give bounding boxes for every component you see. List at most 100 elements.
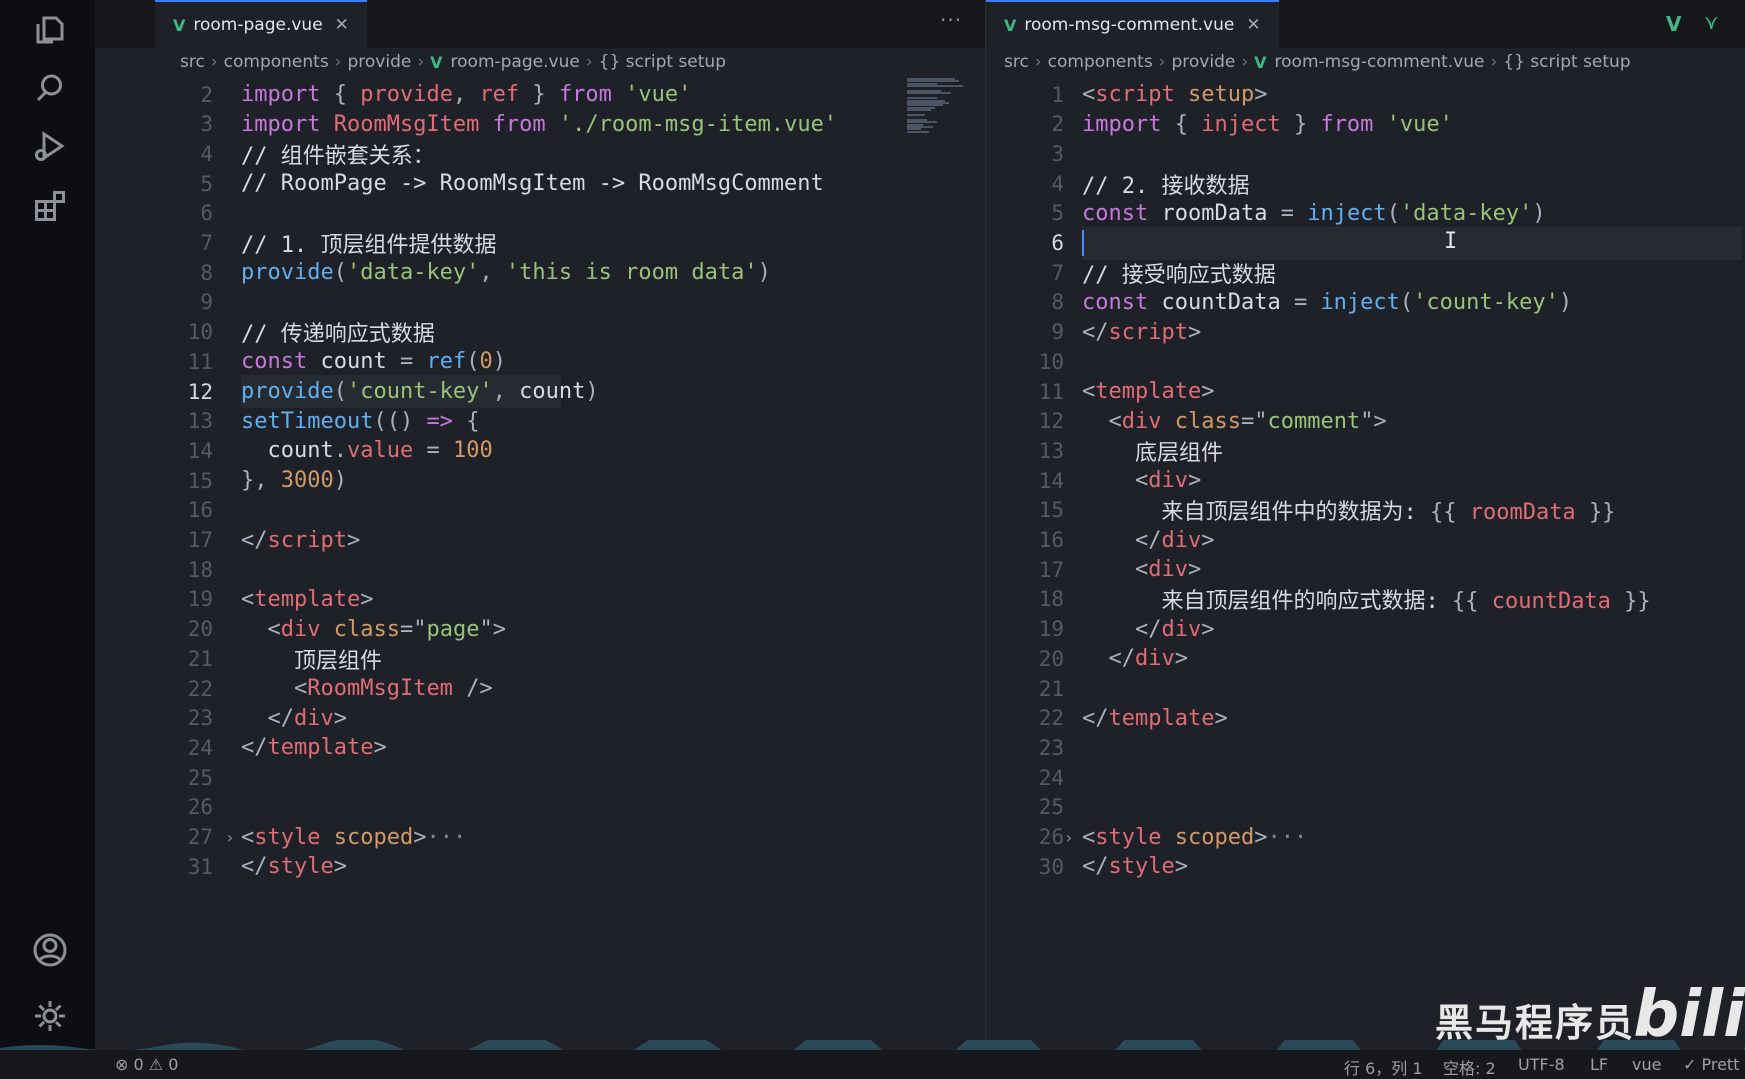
code-line[interactable]: 26 › <style scoped>··· bbox=[986, 821, 1745, 854]
code-token: ··· bbox=[426, 824, 467, 850]
code-line[interactable]: 16 bbox=[95, 494, 985, 527]
code-line[interactable]: 13 setTimeout(() => { bbox=[95, 405, 985, 438]
breadcrumb-item[interactable]: Vroom-page.vue bbox=[430, 52, 580, 72]
code-line[interactable]: 16 </div> bbox=[986, 524, 1745, 557]
code-line[interactable]: 23 bbox=[986, 731, 1745, 764]
code-line[interactable]: 14 count.value = 100 bbox=[95, 434, 985, 467]
language-mode[interactable]: vue bbox=[1632, 1055, 1661, 1074]
code-line[interactable]: 18 bbox=[95, 553, 985, 586]
code-line[interactable]: 24 bbox=[986, 761, 1745, 794]
code-line[interactable]: 4 // 组件嵌套关系： bbox=[95, 137, 985, 170]
breadcrumb-item[interactable]: src bbox=[1004, 52, 1029, 72]
fold-chevron-icon[interactable]: › bbox=[225, 828, 235, 847]
breadcrumb-item[interactable]: components bbox=[1048, 52, 1153, 72]
code-line[interactable]: 7 // 接受响应式数据 bbox=[986, 256, 1745, 289]
breadcrumb-item[interactable]: components bbox=[224, 52, 329, 72]
more-actions-icon[interactable]: ··· bbox=[940, 8, 962, 32]
line-number: 12 bbox=[1038, 409, 1064, 434]
explorer-icon[interactable] bbox=[30, 10, 70, 50]
code-line[interactable]: 25 bbox=[986, 791, 1745, 824]
vue-file-icon: V bbox=[430, 52, 443, 72]
code-line[interactable]: 6 bbox=[986, 227, 1745, 260]
account-icon[interactable] bbox=[30, 930, 70, 970]
code-line[interactable]: 19 <template> bbox=[95, 583, 985, 616]
code-line[interactable]: 4 // 2. 接收数据 bbox=[986, 167, 1745, 200]
code-line[interactable]: 24 </template> bbox=[95, 731, 985, 764]
code-line[interactable]: 22 <RoomMsgItem /> bbox=[95, 672, 985, 705]
code-line[interactable]: 8 provide('data-key', 'this is room data'… bbox=[95, 256, 985, 289]
code-line[interactable]: 1 <script setup> bbox=[986, 78, 1745, 111]
tab-room-msg-comment-vue[interactable]: V room-msg-comment.vue ✕ bbox=[986, 0, 1279, 48]
prettier-status[interactable]: ✓ Prett bbox=[1683, 1055, 1739, 1074]
code-token: scoped bbox=[333, 824, 414, 850]
search-icon[interactable] bbox=[30, 68, 70, 108]
extensions-icon[interactable] bbox=[30, 186, 70, 226]
code-line[interactable]: 7 // 1. 顶层组件提供数据 bbox=[95, 227, 985, 260]
indentation[interactable]: 空格: 2 bbox=[1443, 1055, 1496, 1079]
code-token: { bbox=[1174, 111, 1202, 137]
code-line[interactable]: 25 bbox=[95, 761, 985, 794]
breadcrumb-item[interactable]: {} script setup bbox=[1503, 52, 1630, 72]
code-text: </div> bbox=[241, 706, 347, 731]
cursor-position[interactable]: 行 6，列 1 bbox=[1344, 1055, 1423, 1079]
problems-indicator[interactable]: ⊗ 0 ⚠ 0 bbox=[115, 1055, 178, 1074]
run-debug-icon[interactable] bbox=[30, 126, 70, 166]
code-token: // 组件嵌套关系： bbox=[241, 143, 435, 169]
code-line[interactable]: 20 </div> bbox=[986, 642, 1745, 675]
code-token: script bbox=[267, 527, 347, 553]
code-line[interactable]: 8 const countData = inject('count-key') bbox=[986, 286, 1745, 319]
code-line[interactable]: 27 › <style scoped>··· bbox=[95, 821, 985, 854]
code-line[interactable]: 15 来自顶层组件中的数据为: {{ roomData }} bbox=[986, 494, 1745, 527]
code-line[interactable]: 26 bbox=[95, 791, 985, 824]
code-token: > bbox=[1214, 705, 1228, 731]
code-line[interactable]: 21 bbox=[986, 672, 1745, 705]
breadcrumb-item[interactable]: provide bbox=[347, 52, 411, 72]
code-line[interactable]: 10 bbox=[986, 345, 1745, 378]
code-line[interactable]: 11 const count = ref(0) bbox=[95, 345, 985, 378]
code-line[interactable]: 13 底层组件 bbox=[986, 434, 1745, 467]
code-line[interactable]: 3 bbox=[986, 137, 1745, 170]
tab-room-page-vue[interactable]: V room-page.vue ✕ bbox=[155, 0, 367, 48]
code-line[interactable]: 9 bbox=[95, 286, 985, 319]
split-icon[interactable]: ⋎ bbox=[1704, 10, 1719, 34]
code-line[interactable]: 2 import { provide, ref } from 'vue' bbox=[95, 78, 985, 111]
code-line[interactable]: 17 </script> bbox=[95, 524, 985, 557]
breadcrumb-item[interactable]: provide bbox=[1171, 52, 1235, 72]
code-line[interactable]: 15}, 3000) bbox=[95, 464, 985, 497]
code-line[interactable]: 14 <div> bbox=[986, 464, 1745, 497]
encoding[interactable]: UTF-8 bbox=[1518, 1055, 1565, 1074]
code-line[interactable]: 20 <div class="page"> bbox=[95, 613, 985, 646]
code-line[interactable]: 6 bbox=[95, 197, 985, 230]
line-ending[interactable]: LF bbox=[1590, 1055, 1608, 1074]
code-line[interactable]: 17 <div> bbox=[986, 553, 1745, 586]
code-line[interactable]: 9 </script> bbox=[986, 316, 1745, 349]
code-line[interactable]: 10 // 传递响应式数据 bbox=[95, 316, 985, 349]
code-text: </script> bbox=[1082, 320, 1201, 345]
code-line[interactable]: 3 import RoomMsgItem from './room-msg-ite… bbox=[95, 108, 985, 141]
breadcrumb-item[interactable]: Vroom-msg-comment.vue bbox=[1254, 52, 1484, 72]
code-line[interactable]: 22 </template> bbox=[986, 702, 1745, 735]
close-tab-icon[interactable]: ✕ bbox=[335, 15, 349, 35]
code-token: < bbox=[1082, 379, 1096, 404]
code-line[interactable]: 19 </div> bbox=[986, 613, 1745, 646]
code-line[interactable]: 11 <template> bbox=[986, 375, 1745, 408]
code-line[interactable]: 31 </style> bbox=[95, 850, 985, 883]
fold-chevron-icon[interactable]: › bbox=[1064, 828, 1074, 847]
vue-devtools-icon[interactable]: V bbox=[1666, 12, 1681, 36]
code-line[interactable]: 18 来自顶层组件的响应式数据: {{ countData }} bbox=[986, 583, 1745, 616]
code-line[interactable]: 5 // RoomPage -> RoomMsgItem -> RoomMsgCo… bbox=[95, 167, 985, 200]
code-line[interactable]: 30 </style> bbox=[986, 850, 1745, 883]
breadcrumb-item[interactable]: {} script setup bbox=[599, 52, 726, 72]
breadcrumb-item[interactable]: src bbox=[180, 52, 205, 72]
code-line[interactable]: 12 provide('count-key', count) bbox=[95, 375, 985, 408]
code-line[interactable]: 21 顶层组件 bbox=[95, 642, 985, 675]
settings-gear-icon[interactable] bbox=[30, 996, 70, 1036]
code-token: ) bbox=[1558, 289, 1573, 315]
code-line[interactable]: 12 <div class="comment"> bbox=[986, 405, 1745, 438]
code-line[interactable]: 5 const roomData = inject('data-key') bbox=[986, 197, 1745, 230]
text-caret bbox=[1082, 229, 1084, 256]
close-tab-icon[interactable]: ✕ bbox=[1246, 15, 1260, 35]
code-line[interactable]: 2 import { inject } from 'vue' bbox=[986, 108, 1745, 141]
code-line[interactable]: 23 </div> bbox=[95, 702, 985, 735]
code-token: > bbox=[1254, 82, 1268, 107]
